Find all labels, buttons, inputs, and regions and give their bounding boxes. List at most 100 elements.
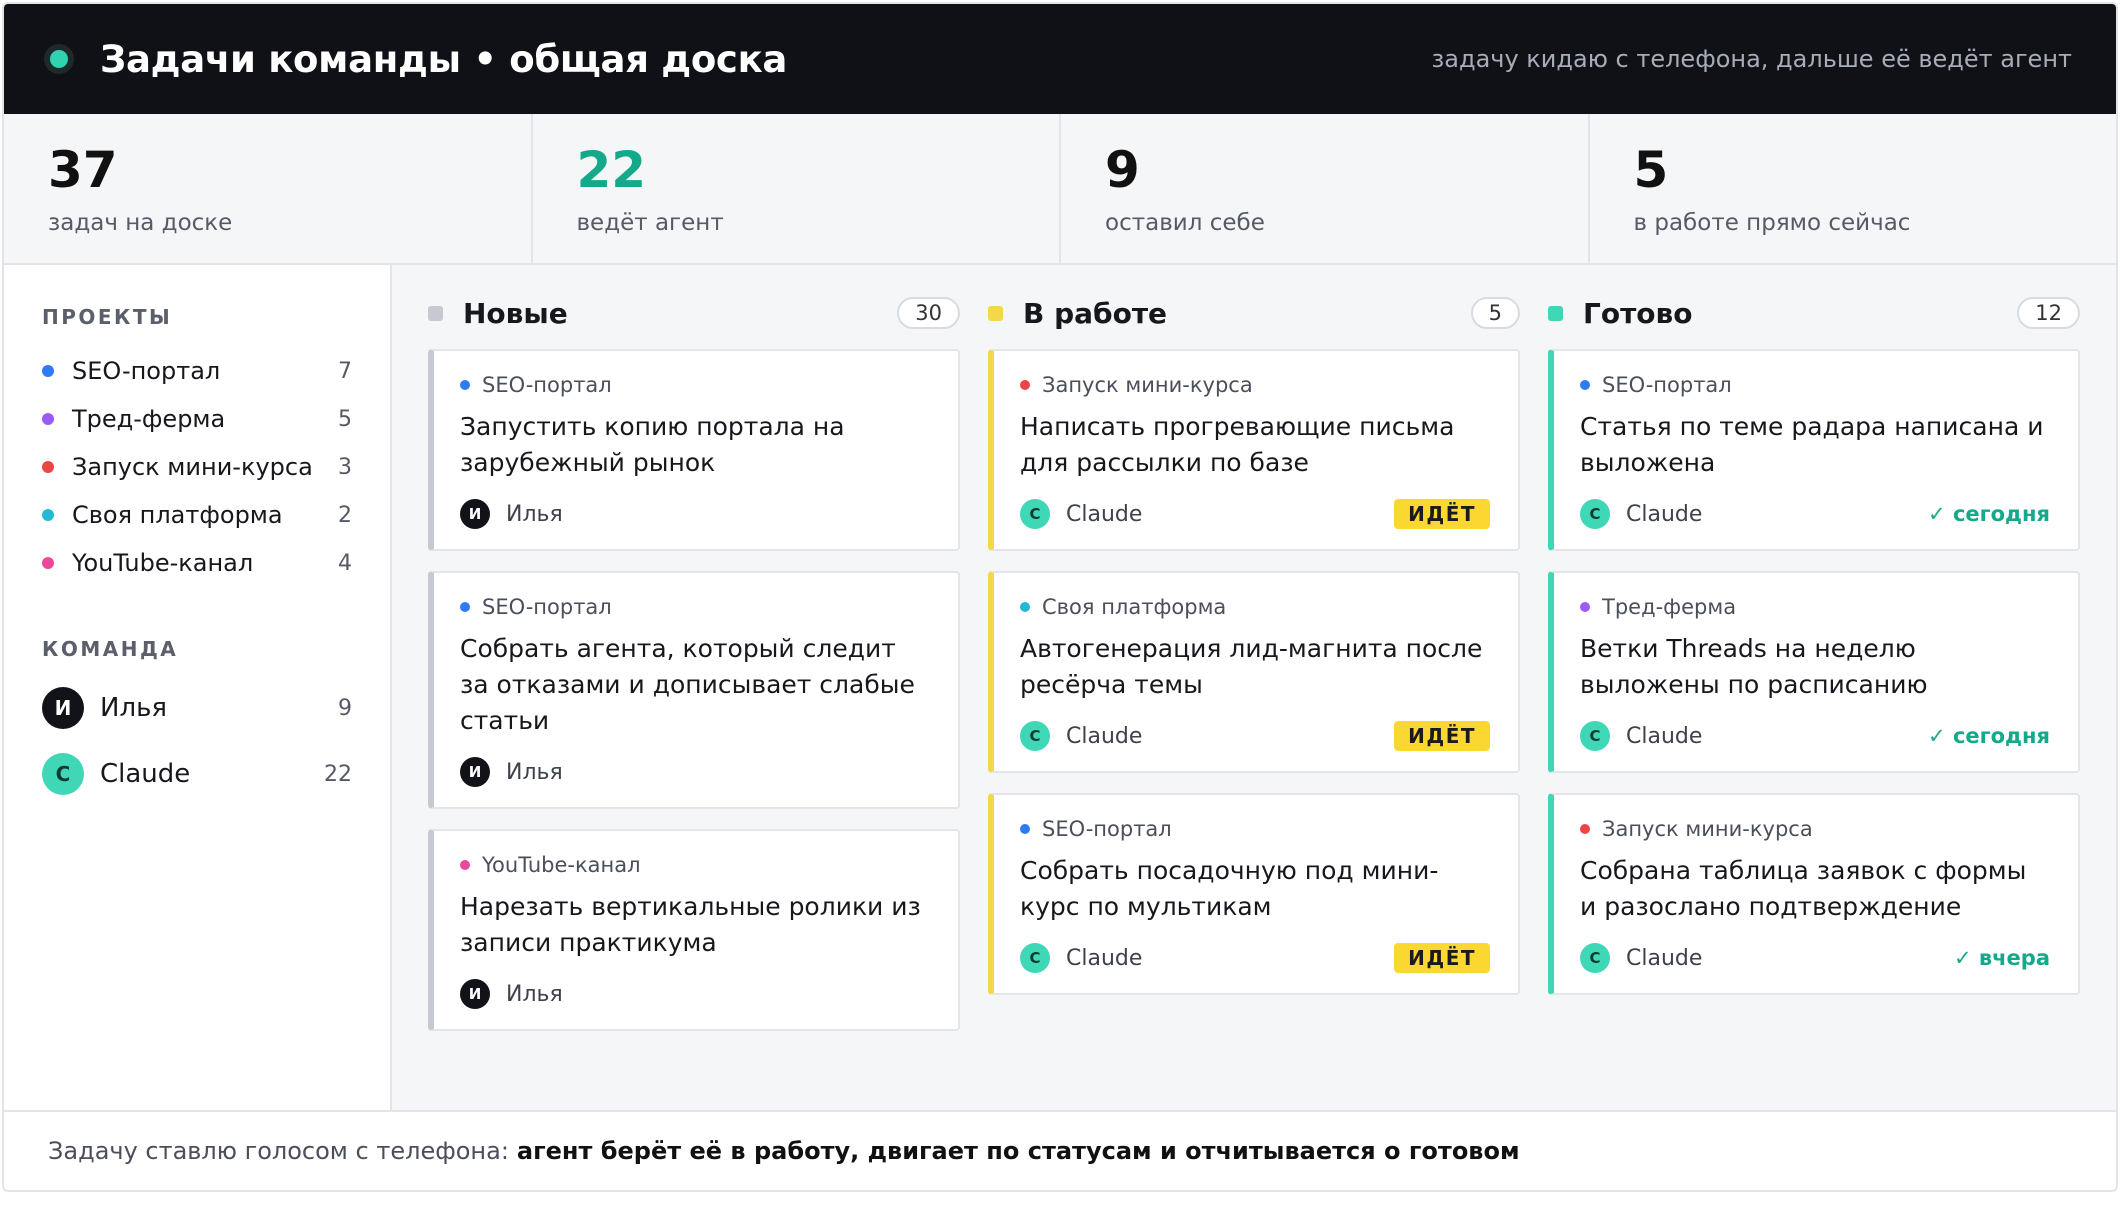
column-title: Новые <box>463 296 568 330</box>
stat-self: 9 оставил себе <box>1061 114 1590 263</box>
status-done-label: ✓ сегодня <box>1928 724 2050 748</box>
column-title: В работе <box>1023 296 1168 330</box>
project-color-dot-icon <box>1580 380 1590 390</box>
card-project-name: Запуск мини-курса <box>1602 817 1813 841</box>
card-project-tag: Запуск мини-курса <box>1580 817 2050 841</box>
brand: Задачи команды • общая доска <box>44 38 787 81</box>
sidebar-project-item[interactable]: Тред-ферма 5 <box>42 395 352 443</box>
card-footer: И Илья <box>460 755 930 789</box>
card-footer: И Илья <box>460 977 930 1011</box>
project-name: Тред-ферма <box>72 405 226 433</box>
card-project-tag: Запуск мини-курса <box>1020 373 1490 397</box>
card-project-name: SEO-портал <box>482 373 612 397</box>
task-card[interactable]: Своя платформа Автогенерация лид-магнита … <box>988 571 1520 773</box>
column-count-badge: 30 <box>897 297 960 329</box>
project-name: SEO-портал <box>72 357 221 385</box>
card-project-name: YouTube-канал <box>482 853 641 877</box>
project-count: 4 <box>338 550 352 576</box>
sidebar-project-item[interactable]: Своя платформа 2 <box>42 491 352 539</box>
sidebar-project-item[interactable]: YouTube-канал 4 <box>42 539 352 587</box>
task-card[interactable]: Запуск мини-курса Написать прогревающие п… <box>988 349 1520 551</box>
card-footer: C Claude ✓ вчера <box>1580 941 2050 975</box>
column-color-square-icon <box>428 305 443 321</box>
column-color-square-icon <box>1548 305 1563 321</box>
card-title: Автогенерация лид-магнита после ресёрча … <box>1020 634 1483 699</box>
project-color-dot-icon <box>1020 380 1030 390</box>
task-card[interactable]: Тред-ферма Ветки Threads на неделю выложе… <box>1548 571 2080 773</box>
stats-strip: 37 задач на доске 22 ведёт агент 9 остав… <box>4 114 2116 265</box>
card-assignee: Илья <box>506 759 563 785</box>
status-badge-running: ИДЁТ <box>1394 943 1490 973</box>
card-title: Написать прогревающие письма для рассылк… <box>1020 412 1455 477</box>
project-color-dot-icon <box>42 461 54 473</box>
task-card[interactable]: YouTube-канал Нарезать вертикальные ролик… <box>428 829 960 1031</box>
project-name: YouTube-канал <box>72 549 254 577</box>
task-card[interactable]: Запуск мини-курса Собрана таблица заявок … <box>1548 793 2080 995</box>
sidebar-project-item[interactable]: SEO-портал 7 <box>42 347 352 395</box>
column-header: Готово 12 <box>1548 293 2080 333</box>
column-count-badge: 5 <box>1470 297 1520 329</box>
project-count: 2 <box>338 502 352 528</box>
board-column: Новые 30 SEO-портал Запустить копию портала… <box>428 293 960 1110</box>
project-color-dot-icon <box>1020 602 1030 612</box>
task-card[interactable]: SEO-портал Собрать агента, который следит… <box>428 571 960 809</box>
avatar: C <box>1580 499 1610 529</box>
project-name: Запуск мини-курса <box>72 453 313 481</box>
page-title: Задачи команды • общая доска <box>100 37 788 81</box>
card-project-tag: SEO-портал <box>1580 373 2050 397</box>
project-color-dot-icon <box>1020 824 1030 834</box>
card-footer: И Илья <box>460 497 930 531</box>
project-count: 7 <box>338 358 352 384</box>
stat-label: задач на доске <box>48 210 233 236</box>
card-title: Собрать агента, который следит за отказа… <box>460 634 915 735</box>
stat-value: 5 <box>1633 141 1669 199</box>
card-assignee: Илья <box>506 501 563 527</box>
avatar: C <box>1020 943 1050 973</box>
stat-value: 9 <box>1105 141 1140 199</box>
project-count: 3 <box>338 454 352 480</box>
avatar: И <box>460 499 490 529</box>
card-assignee: Claude <box>1066 723 1143 749</box>
card-assignee: Claude <box>1626 945 1703 971</box>
project-name: Своя платформа <box>72 501 283 529</box>
card-assignee: Claude <box>1066 945 1143 971</box>
column-header: Новые 30 <box>428 293 960 333</box>
card-project-name: Тред-ферма <box>1602 595 1737 619</box>
stat-value: 37 <box>48 141 118 199</box>
column-color-square-icon <box>988 305 1003 321</box>
board-column: Готово 12 SEO-портал Статья по теме радара … <box>1548 293 2080 1110</box>
card-project-name: Запуск мини-курса <box>1042 373 1253 397</box>
card-title: Статья по теме радара написана и выложен… <box>1580 412 2044 477</box>
card-project-tag: YouTube-канал <box>460 853 930 877</box>
sidebar-project-item[interactable]: Запуск мини-курса 3 <box>42 443 352 491</box>
sidebar-team-member[interactable]: C Claude 22 <box>42 741 352 807</box>
card-footer: C Claude ИДЁТ <box>1020 719 1490 753</box>
team-member-name: Claude <box>100 759 191 789</box>
footer-lead: Задачу ставлю голосом с телефона: <box>48 1137 509 1165</box>
column-count-badge: 12 <box>2017 297 2080 329</box>
task-card[interactable]: SEO-портал Собрать посадочную под мини-ку… <box>988 793 1520 995</box>
card-footer: C Claude ИДЁТ <box>1020 941 1490 975</box>
card-assignee: Claude <box>1626 723 1703 749</box>
task-card[interactable]: SEO-портал Запустить копию портала на зар… <box>428 349 960 551</box>
kanban-board: Новые 30 SEO-портал Запустить копию портала… <box>392 265 2116 1110</box>
card-assignee: Claude <box>1626 501 1703 527</box>
status-done-label: ✓ вчера <box>1953 946 2050 970</box>
footer-note: Задачу ставлю голосом с телефона: агент … <box>4 1110 2116 1190</box>
card-project-name: SEO-портал <box>1602 373 1732 397</box>
stat-label: оставил себе <box>1105 210 1265 236</box>
stat-label: в работе прямо сейчас <box>1633 210 1911 236</box>
avatar: И <box>460 979 490 1009</box>
card-project-tag: SEO-портал <box>1020 817 1490 841</box>
project-color-dot-icon <box>42 365 54 377</box>
stat-label: ведёт агент <box>576 210 724 236</box>
top-bar: Задачи команды • общая доска задачу кида… <box>4 4 2116 114</box>
project-color-dot-icon <box>460 860 470 870</box>
project-color-dot-icon <box>1580 602 1590 612</box>
status-dot-icon <box>44 44 74 74</box>
sidebar-team-member[interactable]: И Илья 9 <box>42 675 352 741</box>
project-color-dot-icon <box>42 509 54 521</box>
task-card[interactable]: SEO-портал Статья по теме радара написана… <box>1548 349 2080 551</box>
projects-heading: ПРОЕКТЫ <box>42 305 173 329</box>
project-color-dot-icon <box>460 602 470 612</box>
